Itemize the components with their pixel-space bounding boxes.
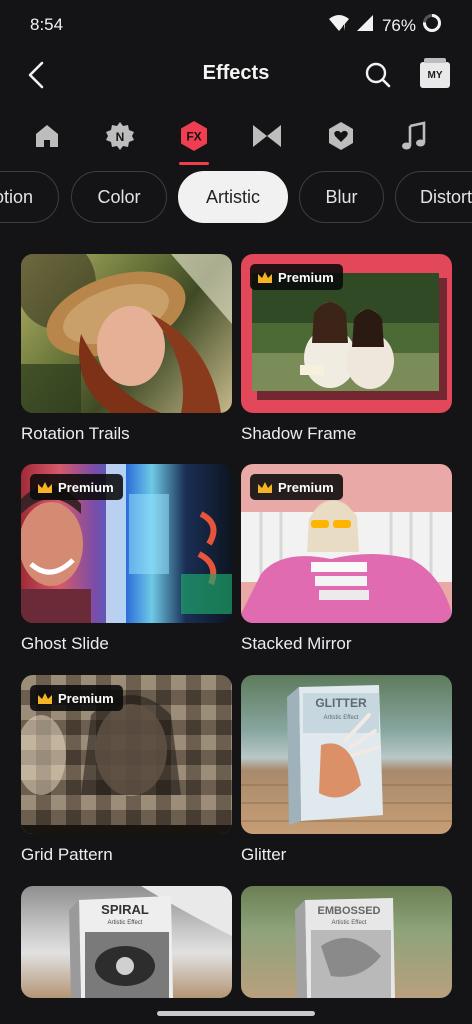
tab-new[interactable]: N <box>100 116 140 156</box>
thumbnail-image: SPIRAL Artistic Effect <box>69 886 232 998</box>
bowtie-icon <box>253 125 281 147</box>
tab-home[interactable] <box>27 116 67 156</box>
premium-label: Premium <box>58 479 114 495</box>
filter-chip-row: Motion Color Artistic Blur Distortion <box>0 171 472 223</box>
search-icon <box>365 62 391 88</box>
my-library-button[interactable]: MY <box>420 58 450 88</box>
box-title: GLITTER <box>315 696 367 710</box>
chip-color[interactable]: Color <box>71 171 167 223</box>
music-note-icon <box>402 121 426 150</box>
search-button[interactable] <box>362 59 394 91</box>
box-subtitle: Artistic Effect <box>324 715 359 721</box>
svg-text:N: N <box>116 130 125 144</box>
my-label: MY <box>427 69 443 81</box>
effect-label: Grid Pattern <box>21 845 113 864</box>
effect-thumbnail: SPIRAL Artistic Effect <box>21 886 232 998</box>
page-title: Effects <box>202 62 270 84</box>
effect-card-ghost-slide[interactable]: Premium Ghost Slide <box>21 464 232 653</box>
effect-card-grid-pattern[interactable]: Premium Grid Pattern <box>21 675 232 864</box>
chip-label: Color <box>97 186 141 207</box>
premium-badge: Premium <box>30 474 123 500</box>
tab-transition[interactable] <box>247 116 287 156</box>
thumbnail-image <box>252 273 439 391</box>
wifi-icon: ! <box>328 14 350 37</box>
active-tab-indicator <box>179 162 209 165</box>
crown-icon <box>38 692 52 704</box>
effect-thumbnail: Premium <box>241 254 452 413</box>
effect-thumbnail: Premium <box>21 464 232 623</box>
premium-badge: Premium <box>30 685 123 711</box>
svg-text:FX: FX <box>186 130 201 144</box>
effect-label: Shadow Frame <box>241 424 357 443</box>
svg-text:!: ! <box>343 24 346 32</box>
box-subtitle: Artistic Effect <box>108 920 143 926</box>
chip-artistic[interactable]: Artistic <box>178 171 288 223</box>
effect-card-shadow-frame[interactable]: Premium Shadow Frame <box>241 254 452 443</box>
box-title: SPIRAL <box>101 902 149 917</box>
heart-icon <box>329 122 353 150</box>
thumbnail-image: GLITTER Artistic Effect <box>241 685 452 825</box>
chip-distortion[interactable]: Distortion <box>395 171 472 223</box>
chip-label: Artistic <box>206 186 260 207</box>
effect-label: Glitter <box>241 845 287 864</box>
effect-thumbnail: EMBOSSED Artistic Effect <box>241 886 452 998</box>
tab-fx[interactable]: FX <box>174 116 214 156</box>
status-bar: 8:54 ! 76% <box>0 0 472 50</box>
tab-music[interactable] <box>394 116 434 156</box>
effect-card-spiral[interactable]: SPIRAL Artistic Effect <box>21 886 232 998</box>
chip-label: Motion <box>0 186 33 207</box>
category-tabs: N FX <box>0 112 472 168</box>
effect-card-embossed[interactable]: EMBOSSED Artistic Effect <box>241 886 452 998</box>
home-icon <box>36 125 58 147</box>
effect-label: Rotation Trails <box>21 424 130 443</box>
box-title: EMBOSSED <box>318 905 381 917</box>
premium-badge: Premium <box>250 474 343 500</box>
effect-card-glitter[interactable]: GLITTER Artistic Effect Glitter <box>241 675 452 864</box>
battery-ring-icon <box>422 13 442 38</box>
top-app-bar: Effects MY <box>0 50 472 100</box>
effect-card-rotation-trails[interactable]: Rotation Trails <box>21 254 232 443</box>
premium-label: Premium <box>58 690 114 706</box>
fx-icon: FX <box>181 121 207 151</box>
effect-thumbnail <box>21 254 232 413</box>
new-badge-icon: N <box>106 122 134 150</box>
crown-icon <box>258 271 272 283</box>
premium-badge: Premium <box>250 264 343 290</box>
premium-label: Premium <box>278 479 334 495</box>
chip-blur[interactable]: Blur <box>299 171 384 223</box>
tab-favorite[interactable] <box>321 116 361 156</box>
effect-thumbnail: Premium <box>21 675 232 834</box>
effect-label: Ghost Slide <box>21 634 109 653</box>
thumbnail-image <box>21 254 232 413</box>
thumbnail-image: EMBOSSED Artistic Effect <box>295 898 395 998</box>
signal-icon <box>356 14 374 37</box>
premium-label: Premium <box>278 269 334 285</box>
gesture-home-indicator[interactable] <box>157 1011 315 1016</box>
back-button[interactable] <box>20 58 52 92</box>
crown-icon <box>38 481 52 493</box>
status-time: 8:54 <box>30 15 64 34</box>
chip-label: Blur <box>325 186 358 207</box>
effect-thumbnail: GLITTER Artistic Effect <box>241 675 452 834</box>
effect-label: Stacked Mirror <box>241 634 352 653</box>
chip-label: Distortion <box>420 186 472 207</box>
box-subtitle: Artistic Effect <box>332 920 367 926</box>
effect-thumbnail: Premium <box>241 464 452 623</box>
status-icons: ! 76% <box>328 13 442 38</box>
chip-motion[interactable]: Motion <box>0 171 59 223</box>
back-arrow-icon <box>28 61 44 89</box>
effect-card-stacked-mirror[interactable]: Premium Stacked Mirror <box>241 464 452 653</box>
crown-icon <box>258 481 272 493</box>
battery-percent: 76% <box>381 15 416 35</box>
